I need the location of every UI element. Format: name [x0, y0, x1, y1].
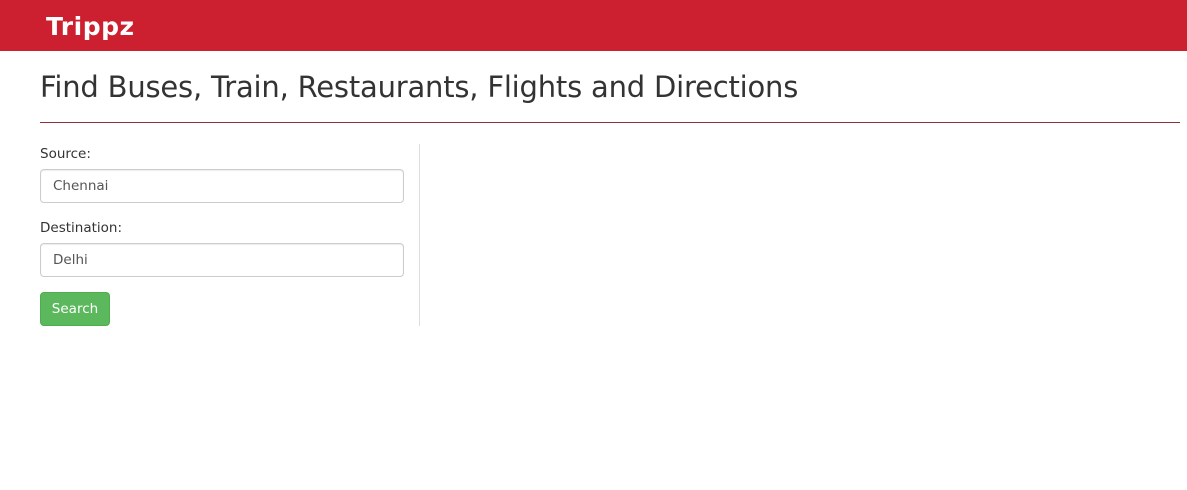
destination-label: Destination: — [40, 220, 123, 236]
title-divider — [40, 122, 1180, 123]
destination-input[interactable] — [40, 243, 404, 277]
source-label: Source: — [40, 146, 91, 162]
navbar: Trippz — [0, 0, 1187, 51]
search-button[interactable]: Search — [40, 292, 110, 326]
column-divider — [419, 144, 420, 326]
source-input[interactable] — [40, 169, 404, 203]
page-title: Find Buses, Train, Restaurants, Flights … — [40, 70, 799, 104]
brand-logo[interactable]: Trippz — [46, 12, 135, 42]
